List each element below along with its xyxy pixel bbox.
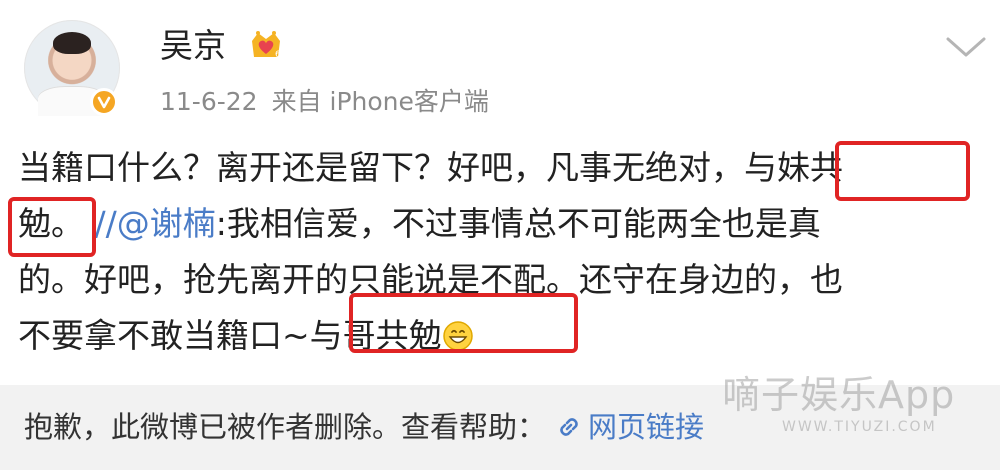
crown-heart-icon: 6 — [252, 31, 281, 60]
post-meta: 11-6-22 来自 iPhone客户端 — [160, 84, 489, 120]
mention-link[interactable]: //@谢楠 — [84, 204, 215, 243]
post-timestamp: 11-6-22 — [160, 87, 258, 116]
post-text-line: 当籍口什么？离开还是留下？好吧，凡事无绝对，与妹共 — [18, 148, 843, 187]
highlight-box — [8, 197, 96, 257]
notice-text: 抱歉，此微博已被作者删除。查看帮助： — [24, 410, 547, 444]
text-fragment: :我相信爱，不过事情总不可能两全也是真 — [215, 204, 821, 243]
verified-v-glyph — [97, 96, 111, 109]
deleted-notice: 抱歉，此微博已被作者删除。查看帮助： 网页链接 — [24, 406, 704, 448]
post-source: 来自 iPhone客户端 — [271, 87, 489, 116]
highlight-box — [349, 293, 578, 353]
chevron-down-icon[interactable] — [944, 33, 988, 61]
link-icon[interactable] — [554, 412, 584, 442]
web-link[interactable]: 网页链接 — [588, 410, 704, 444]
username[interactable]: 吴京 — [160, 26, 226, 66]
watermark-url: WWW.TIYUZI.COM — [782, 419, 937, 435]
weibo-post-card: 吴京 6 11-6-22 来自 iPhone客户端 当籍口什么？离开还是留下？好吧… — [0, 0, 1000, 385]
verified-badge-icon — [90, 88, 118, 116]
svg-text:6: 6 — [275, 50, 281, 60]
watermark: 嘀子娱乐App — [722, 373, 956, 417]
post-text-line: 勉。 //@谢楠:我相信爱，不过事情总不可能两全也是真 — [18, 196, 978, 252]
avatar-hair — [53, 32, 91, 54]
highlight-box — [835, 141, 970, 201]
